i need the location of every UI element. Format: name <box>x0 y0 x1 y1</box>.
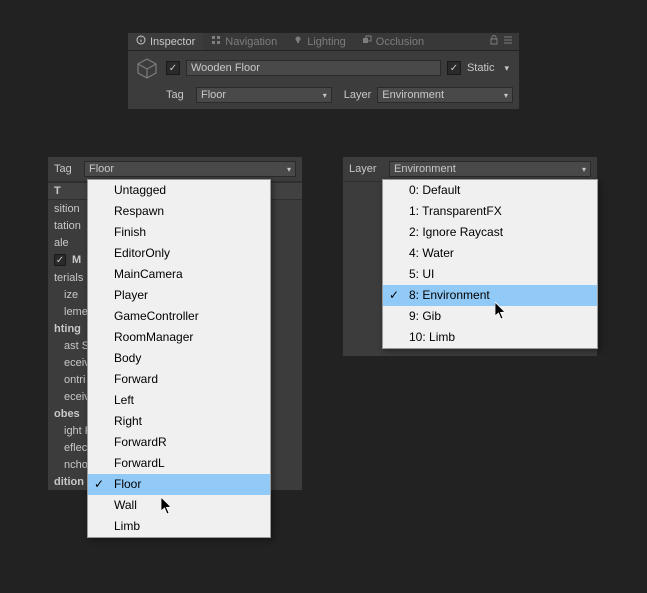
tag-layer-row: Tag Floor ▾ Layer Environment ▾ <box>128 85 519 109</box>
layer-popup-menu: 0: Default1: TransparentFX2: Ignore Rayc… <box>382 179 598 349</box>
tag-option[interactable]: EditorOnly <box>88 243 270 264</box>
tag-option[interactable]: GameController <box>88 306 270 327</box>
tag-option[interactable]: Forward <box>88 369 270 390</box>
tag-option[interactable]: Right <box>88 411 270 432</box>
static-label: Static <box>467 62 495 74</box>
tag-dropdown[interactable]: Floor ▾ <box>196 87 332 103</box>
tag-label: Tag <box>166 89 190 101</box>
tag-option[interactable]: Finish <box>88 222 270 243</box>
layer-option[interactable]: 0: Default <box>383 180 597 201</box>
check-icon: ✓ <box>94 477 104 492</box>
layer-dropdown-open[interactable]: Environment ▾ <box>389 161 591 177</box>
lock-icon[interactable] <box>489 35 499 48</box>
tag-option[interactable]: ForwardR <box>88 432 270 453</box>
tag-dropdown-open[interactable]: Floor ▾ <box>84 161 296 177</box>
info-icon <box>136 35 146 48</box>
layer-option[interactable]: 2: Ignore Raycast <box>383 222 597 243</box>
layer-label: Layer <box>344 89 372 101</box>
active-checkbox[interactable]: ✓ <box>166 61 180 75</box>
layer-option[interactable]: 5: UI <box>383 264 597 285</box>
tab-bar: Inspector Navigation Lighting Occlusion <box>128 33 519 51</box>
tag-option[interactable]: Respawn <box>88 201 270 222</box>
inspector-panel: Inspector Navigation Lighting Occlusion <box>127 32 520 110</box>
layer-option[interactable]: 10: Limb <box>383 327 597 348</box>
gameobject-icon[interactable] <box>134 55 160 81</box>
tag-option[interactable]: Untagged <box>88 180 270 201</box>
tab-navigation[interactable]: Navigation <box>203 33 285 50</box>
component-checkbox[interactable]: ✓ <box>54 254 66 266</box>
static-dropdown-arrow[interactable]: ▾ <box>500 63 513 74</box>
tab-label: Occlusion <box>376 36 424 48</box>
nav-icon <box>211 35 221 48</box>
chevron-down-icon: ▾ <box>323 91 327 100</box>
tag-option[interactable]: Left <box>88 390 270 411</box>
tag-option[interactable]: MainCamera <box>88 264 270 285</box>
tab-label: Inspector <box>150 36 195 48</box>
layer-option[interactable]: 8: Environment✓ <box>383 285 597 306</box>
tag-option[interactable]: Limb <box>88 516 270 537</box>
object-header-row: ✓ ✓ Static ▾ <box>128 51 519 85</box>
layer-label: Layer <box>349 163 383 175</box>
occlusion-icon <box>362 35 372 48</box>
tag-value: Floor <box>201 89 226 101</box>
tag-value: Floor <box>89 163 114 175</box>
layer-option[interactable]: 1: TransparentFX <box>383 201 597 222</box>
chevron-down-icon: ▾ <box>287 165 291 174</box>
tab-label: Navigation <box>225 36 277 48</box>
object-name-input[interactable] <box>186 60 441 76</box>
lightbulb-icon <box>293 35 303 48</box>
layer-value: Environment <box>382 89 444 101</box>
static-checkbox[interactable]: ✓ <box>447 61 461 75</box>
layer-option[interactable]: 4: Water <box>383 243 597 264</box>
tag-option[interactable]: RoomManager <box>88 327 270 348</box>
tag-popup-menu: UntaggedRespawnFinishEditorOnlyMainCamer… <box>87 179 271 538</box>
layer-dropdown[interactable]: Environment ▾ <box>377 87 513 103</box>
tag-option[interactable]: Player <box>88 285 270 306</box>
panel-menu-icon[interactable] <box>503 35 513 48</box>
component-header[interactable]: M <box>72 254 81 266</box>
tab-occlusion[interactable]: Occlusion <box>354 33 432 50</box>
tag-option[interactable]: Wall <box>88 495 270 516</box>
layer-option[interactable]: 9: Gib <box>383 306 597 327</box>
chevron-down-icon: ▾ <box>582 165 586 174</box>
layer-value: Environment <box>394 163 456 175</box>
tab-lighting[interactable]: Lighting <box>285 33 354 50</box>
tag-option[interactable]: Body <box>88 348 270 369</box>
tag-option[interactable]: Floor✓ <box>88 474 270 495</box>
tab-label: Lighting <box>307 36 346 48</box>
tab-inspector[interactable]: Inspector <box>128 33 203 50</box>
tag-option[interactable]: ForwardL <box>88 453 270 474</box>
tag-label: Tag <box>54 163 78 175</box>
chevron-down-icon: ▾ <box>504 91 508 100</box>
check-icon: ✓ <box>389 288 399 303</box>
